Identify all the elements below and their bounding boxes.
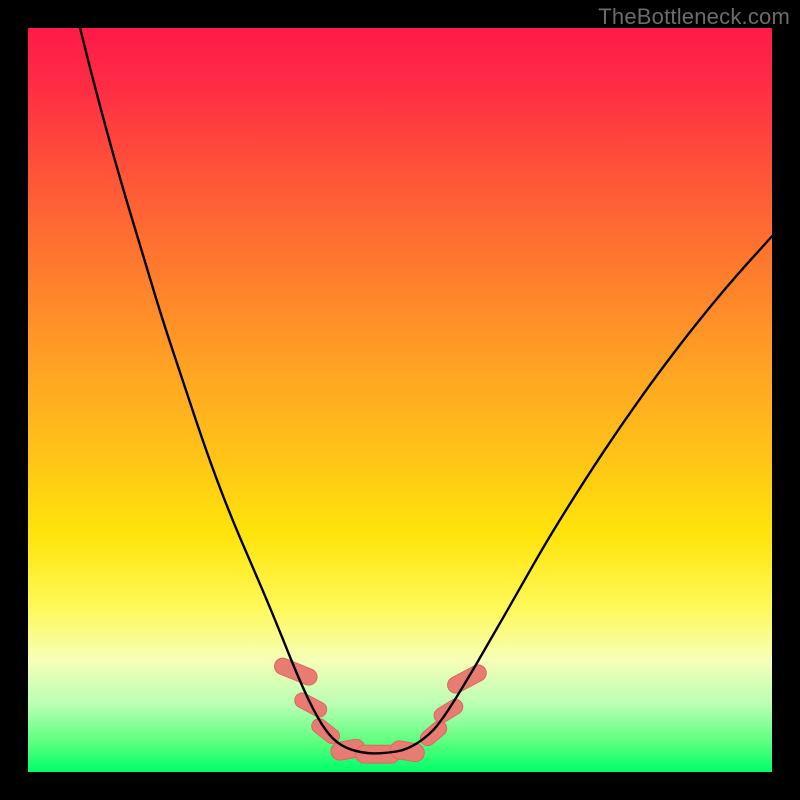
watermark-text: TheBottleneck.com	[598, 4, 790, 30]
outer-frame: TheBottleneck.com	[0, 0, 800, 800]
marker-group	[272, 656, 489, 763]
bottleneck-curve	[80, 28, 772, 753]
curve-layer	[28, 28, 772, 772]
curve-marker	[417, 718, 449, 749]
